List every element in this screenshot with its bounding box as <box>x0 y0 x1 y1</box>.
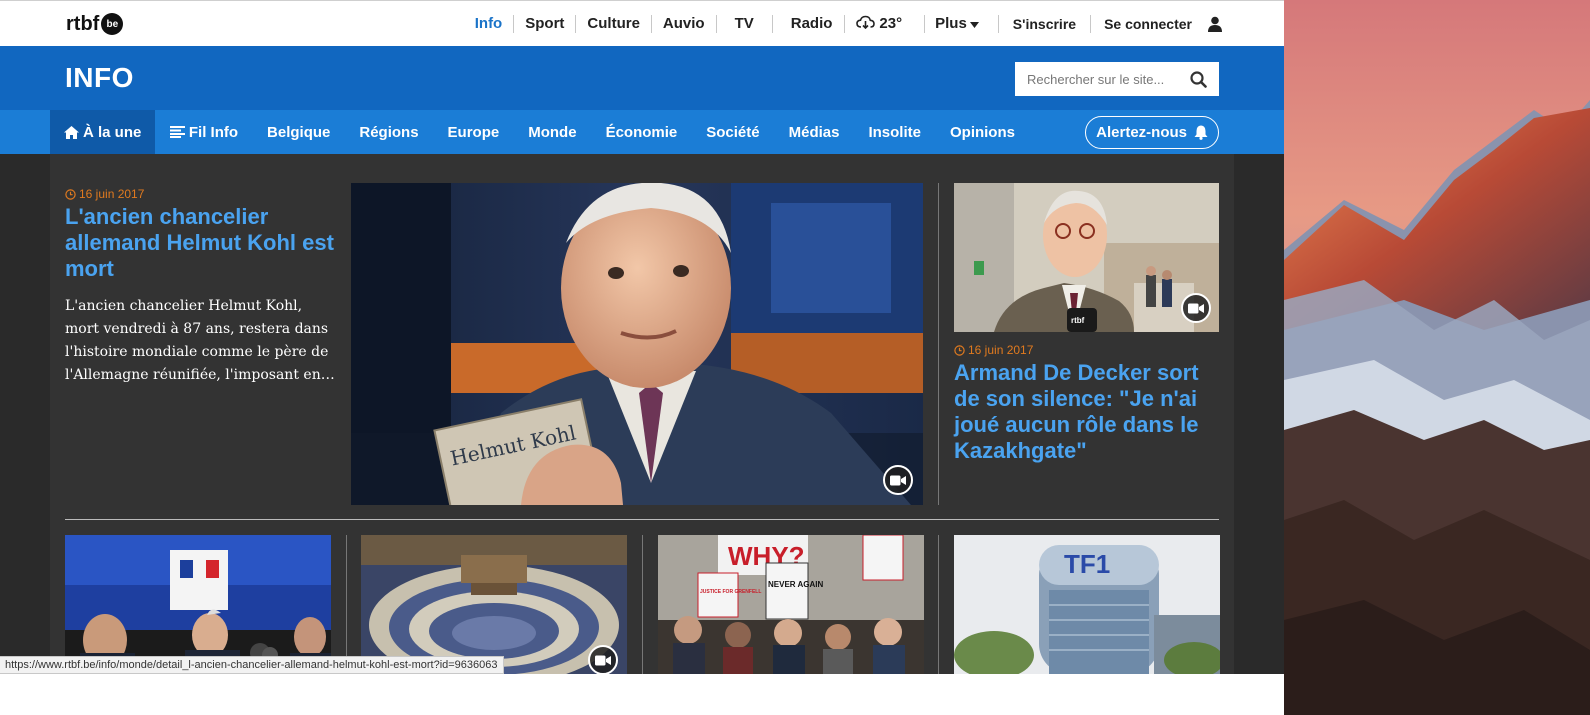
content-area: 16 juin 2017 L'ancien chancelier alleman… <box>50 154 1234 674</box>
section-fil-info[interactable]: Fil Info <box>155 110 252 154</box>
search-box[interactable] <box>1015 62 1219 96</box>
topnav-radio[interactable]: Radio <box>773 15 846 33</box>
lead-article-date-text: 16 juin 2017 <box>79 187 145 201</box>
video-camera-icon <box>890 475 906 485</box>
search-icon[interactable] <box>1190 71 1207 88</box>
side-article-date-text: 16 juin 2017 <box>968 343 1034 357</box>
thumbnail-divider <box>642 535 643 674</box>
thumbnail-grenfell-protest[interactable]: WHY? NEVER AGAIN JUSTICE FOR GRENFELL <box>658 535 924 674</box>
side-article-title[interactable]: Armand De Decker sort de son silence: "J… <box>954 360 1224 464</box>
logo-text: rtbf <box>66 12 100 35</box>
bell-icon <box>1194 125 1208 140</box>
lead-article-date: 16 juin 2017 <box>65 187 144 201</box>
clock-icon <box>65 188 76 200</box>
section-a-la-une[interactable]: À la une <box>50 110 156 154</box>
topnav-plus[interactable]: Plus <box>925 15 999 33</box>
search-input[interactable] <box>1027 71 1187 87</box>
topnav-tv-label: TV <box>734 15 754 32</box>
thumbnail-parliament[interactable] <box>361 535 627 674</box>
top-bar: rtbf be Info Sport Culture Auvio TV Radi… <box>0 0 1284 46</box>
desktop-wallpaper <box>1284 0 1590 715</box>
video-camera-icon <box>1188 303 1204 313</box>
section-monde[interactable]: Monde <box>514 110 591 154</box>
info-header: INFO <box>50 46 1234 110</box>
video-camera-icon <box>595 655 611 665</box>
topnav-signup-label: S'inscrire <box>1012 16 1077 32</box>
topnav-radio-label: Radio <box>790 15 833 32</box>
topnav-sport-label: Sport <box>525 15 565 32</box>
side-article-photo[interactable]: rtbf <box>954 183 1219 332</box>
top-navigation: Info Sport Culture Auvio TV Radio 23° Pl… <box>464 1 1224 47</box>
list-icon <box>169 126 185 138</box>
topnav-auvio-label: Auvio <box>662 15 705 32</box>
thumbnail-tf1-tower[interactable]: TF1 <box>954 535 1220 674</box>
caret-down-icon <box>969 15 979 33</box>
row-divider <box>65 519 1219 520</box>
protest-sign-never-again: NEVER AGAIN <box>768 580 823 589</box>
topnav-info-label: Info <box>474 15 503 32</box>
protest-sign-justice: JUSTICE FOR GRENFELL <box>700 589 761 595</box>
lead-article-title[interactable]: L'ancien chancelier allemand Helmut Kohl… <box>65 204 337 282</box>
weather-temperature: 23° <box>879 15 903 32</box>
section-fil-info-label: Fil Info <box>188 123 239 141</box>
section-europe[interactable]: Europe <box>433 110 514 154</box>
side-article-date: 16 juin 2017 <box>954 343 1033 357</box>
clock-icon <box>954 344 965 356</box>
alertez-nous-label: Alertez-nous <box>1096 124 1187 141</box>
video-badge <box>883 465 913 495</box>
topnav-login[interactable]: Se connecter <box>1091 15 1224 33</box>
home-icon <box>64 125 79 139</box>
thumbnail-divider <box>346 535 347 674</box>
browser-page: rtbf be Info Sport Culture Auvio TV Radi… <box>0 0 1284 674</box>
user-icon <box>1208 16 1224 32</box>
side-video-badge <box>1181 293 1211 323</box>
topnav-weather[interactable]: 23° <box>845 15 926 34</box>
thumbnail-divider <box>938 535 939 674</box>
section-title[interactable]: INFO <box>65 62 134 94</box>
status-bar-url: https://www.rtbf.be/info/monde/detail_l-… <box>0 656 504 674</box>
section-opinions[interactable]: Opinions <box>935 110 1029 154</box>
topnav-sport[interactable]: Sport <box>514 15 577 33</box>
topnav-culture-label: Culture <box>587 15 640 32</box>
alertez-nous-button[interactable]: Alertez-nous <box>1085 116 1219 149</box>
thumbnail-press-conference[interactable] <box>65 535 331 674</box>
thumbnail-video-badge <box>588 645 618 675</box>
section-belgique[interactable]: Belgique <box>253 110 345 154</box>
section-regions[interactable]: Régions <box>345 110 433 154</box>
logo-badge: be <box>101 13 124 35</box>
lead-article-photo[interactable]: Helmut Kohl <box>351 183 923 505</box>
column-divider <box>938 183 939 505</box>
topnav-info[interactable]: Info <box>464 15 515 33</box>
topnav-culture[interactable]: Culture <box>576 15 652 33</box>
topnav-signup[interactable]: S'inscrire <box>999 15 1092 33</box>
lead-article-summary[interactable]: L'ancien chancelier Helmut Kohl, mort ve… <box>65 295 337 387</box>
section-economie[interactable]: Économie <box>591 110 692 154</box>
topnav-auvio[interactable]: Auvio <box>652 15 717 33</box>
section-societe[interactable]: Société <box>692 110 774 154</box>
section-a-la-une-label: À la une <box>83 123 142 141</box>
section-navigation: À la une Fil Info Belgique Régions Europ… <box>50 110 1234 154</box>
tf1-logo-text: TF1 <box>1064 549 1110 579</box>
rtbf-logo[interactable]: rtbf be <box>66 12 124 35</box>
weather-cloud-icon <box>856 15 876 34</box>
microphone-logo-text: rtbf <box>1071 316 1085 325</box>
section-medias[interactable]: Médias <box>774 110 854 154</box>
section-insolite[interactable]: Insolite <box>854 110 936 154</box>
topnav-plus-label: Plus <box>935 15 967 32</box>
topnav-login-label: Se connecter <box>1104 16 1192 32</box>
topnav-tv[interactable]: TV <box>717 15 773 33</box>
